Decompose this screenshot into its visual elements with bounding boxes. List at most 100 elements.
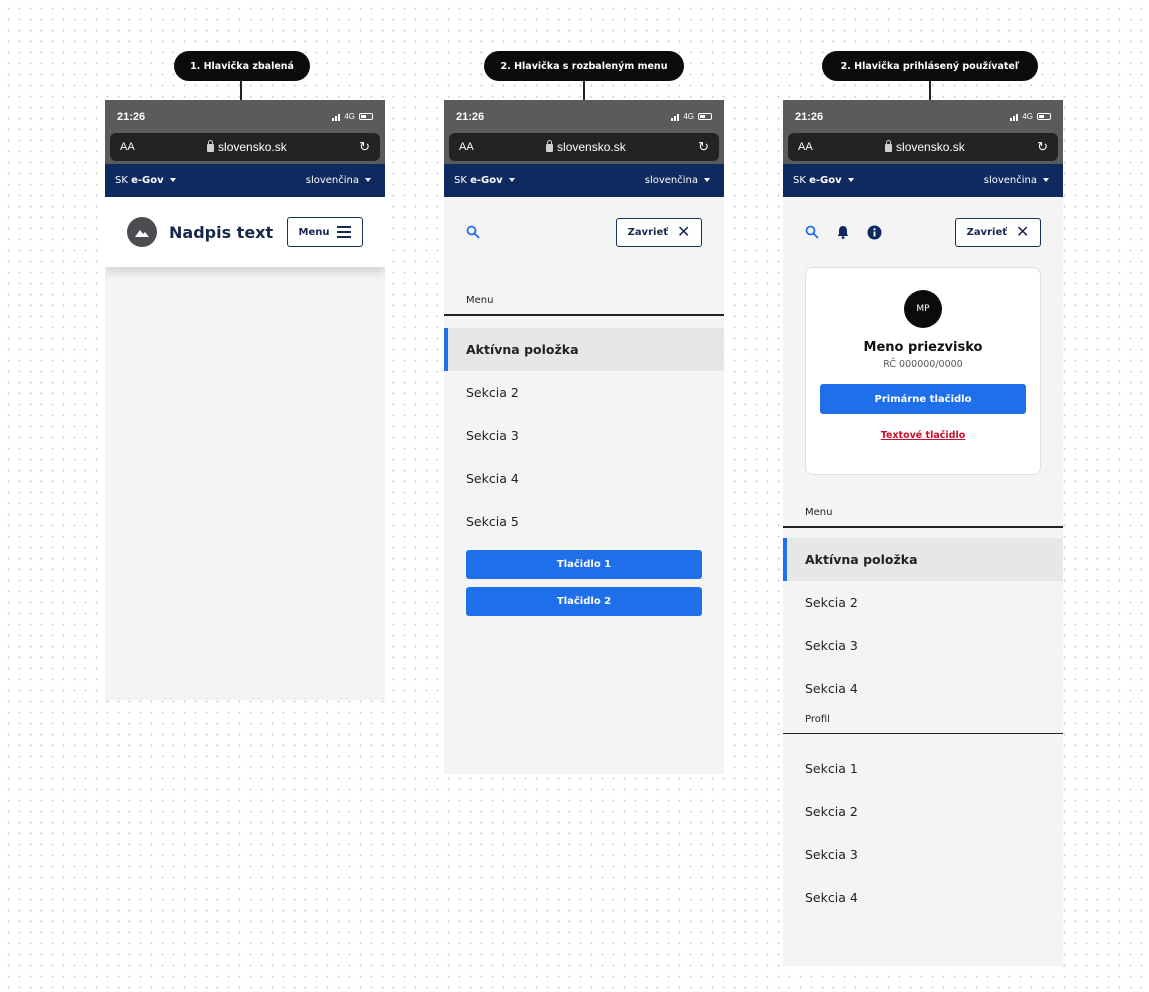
browser-address-bar[interactable]: AA slovensko.sk ↻ [788, 133, 1058, 161]
reload-icon[interactable]: ↻ [1037, 139, 1048, 155]
menu-item[interactable]: Sekcia 4 [444, 457, 724, 500]
egov-switch[interactable]: SK e-Gov [115, 175, 176, 186]
menu-item[interactable]: Sekcia 2 [783, 581, 1063, 624]
callout-tag-1: 1. Hlavička zbalená [174, 51, 310, 81]
network-label: 4G [1022, 112, 1033, 121]
phone-screen-expanded: 21:26 4G AA slovensko.sk ↻ SK e-Gov slov… [444, 100, 724, 774]
browser-address-bar[interactable]: AA slovensko.sk ↻ [110, 133, 380, 161]
site-title[interactable]: Nadpis text [169, 223, 273, 242]
status-bar: 21:26 4G [444, 100, 724, 133]
battery-icon [1037, 113, 1051, 120]
egov-bar: SK e-Gov slovenčina [105, 164, 385, 197]
reload-icon[interactable]: ↻ [359, 139, 370, 155]
egov-bar: SK e-Gov slovenčina [444, 164, 724, 197]
menu-item[interactable]: Sekcia 2 [444, 371, 724, 414]
network-label: 4G [344, 112, 355, 121]
close-menu-button[interactable]: Zavrieť ✕ [955, 217, 1041, 247]
language-label: slovenčina [983, 175, 1037, 186]
button-1[interactable]: Tlačidlo 1 [466, 549, 702, 579]
status-bar: 21:26 4G [783, 100, 1063, 133]
menu-item[interactable]: Sekcia 4 [783, 667, 1063, 710]
caret-down-icon [1043, 178, 1049, 182]
text-size-button[interactable]: AA [798, 141, 813, 153]
lock-icon [207, 140, 215, 152]
profile-item[interactable]: Sekcia 3 [783, 833, 1063, 876]
bell-icon[interactable] [837, 225, 849, 239]
egov-switch[interactable]: SK e-Gov [793, 175, 854, 186]
egov-brand: e-Gov [131, 175, 164, 186]
egov-prefix: SK [454, 175, 467, 186]
info-icon[interactable] [867, 225, 882, 240]
phone-screen-collapsed: 21:26 4G AA slovensko.sk ↻ SK e-Gov slov… [105, 100, 385, 700]
logo-icon[interactable] [127, 217, 157, 247]
close-button-label: Zavrieť [966, 226, 1008, 238]
egov-prefix: SK [115, 175, 128, 186]
caret-down-icon [169, 178, 176, 182]
site-header: Nadpis text Menu [105, 197, 385, 267]
menu-section-label: Menu [466, 295, 494, 306]
close-menu-button[interactable]: Zavrieť ✕ [616, 217, 702, 247]
menu-item[interactable]: Sekcia 5 [444, 500, 724, 543]
signal-icon [671, 113, 680, 121]
status-time: 21:26 [117, 110, 146, 123]
button-2[interactable]: Tlačidlo 2 [466, 586, 702, 616]
signal-icon [332, 113, 341, 121]
menu-button[interactable]: Menu [287, 217, 363, 247]
lock-icon [885, 140, 893, 152]
divider [444, 314, 724, 316]
language-switch[interactable]: slovenčina [645, 175, 710, 186]
menu-item-active[interactable]: Aktívna položka [783, 537, 1063, 581]
egov-prefix: SK [793, 175, 806, 186]
language-label: slovenčina [644, 175, 698, 186]
network-label: 4G [683, 112, 694, 121]
callout-connector [929, 81, 931, 101]
hamburger-icon [337, 226, 352, 238]
caret-down-icon [365, 178, 371, 182]
callout-tag-2: 2. Hlavička s rozbaleným menu [484, 51, 684, 81]
language-switch[interactable]: slovenčina [984, 175, 1049, 186]
egov-brand: e-Gov [809, 175, 842, 186]
divider [783, 732, 1063, 734]
language-switch[interactable]: slovenčina [306, 175, 371, 186]
menu-section-label: Menu [805, 507, 833, 518]
battery-icon [698, 113, 712, 120]
url-text: slovensko.sk [896, 140, 965, 154]
menu-item[interactable]: Sekcia 3 [444, 414, 724, 457]
url-text: slovensko.sk [557, 140, 626, 154]
egov-brand: e-Gov [470, 175, 503, 186]
egov-switch[interactable]: SK e-Gov [454, 175, 515, 186]
menu-item-active[interactable]: Aktívna položka [444, 327, 724, 371]
text-button[interactable]: Textové tlačidlo [881, 430, 965, 441]
browser-address-bar[interactable]: AA slovensko.sk ↻ [449, 133, 719, 161]
close-icon: ✕ [1016, 222, 1030, 241]
primary-button[interactable]: Primárne tlačidlo [820, 384, 1026, 414]
status-bar: 21:26 4G [105, 100, 385, 133]
battery-icon [359, 113, 373, 120]
menu-item[interactable]: Sekcia 3 [783, 624, 1063, 667]
user-card: MP Meno priezvisko RČ 000000/0000 Primár… [805, 267, 1041, 475]
lock-icon [546, 140, 554, 152]
profile-section-label: Profil [805, 713, 830, 725]
reload-icon[interactable]: ↻ [698, 139, 709, 155]
menu-button-label: Menu [298, 226, 330, 238]
text-size-button[interactable]: AA [459, 141, 474, 153]
caret-down-icon [508, 178, 515, 182]
status-time: 21:26 [795, 110, 824, 123]
callout-connector [240, 81, 242, 101]
profile-item[interactable]: Sekcia 4 [783, 876, 1063, 919]
search-icon[interactable] [805, 225, 819, 239]
egov-bar: SK e-Gov slovenčina [783, 164, 1063, 197]
signal-icon [1010, 113, 1019, 121]
status-time: 21:26 [456, 110, 485, 123]
language-label: slovenčina [305, 175, 359, 186]
divider [783, 526, 1063, 528]
profile-item[interactable]: Sekcia 2 [783, 790, 1063, 833]
avatar[interactable]: MP [904, 290, 942, 328]
callout-tag-3: 2. Hlavička prihlásený používateľ [822, 51, 1038, 81]
site-header: Zavrieť ✕ [783, 197, 1063, 267]
caret-down-icon [847, 178, 854, 182]
search-icon[interactable] [466, 225, 480, 239]
profile-item[interactable]: Sekcia 1 [783, 747, 1063, 790]
callout-connector [583, 81, 585, 101]
text-size-button[interactable]: AA [120, 141, 135, 153]
